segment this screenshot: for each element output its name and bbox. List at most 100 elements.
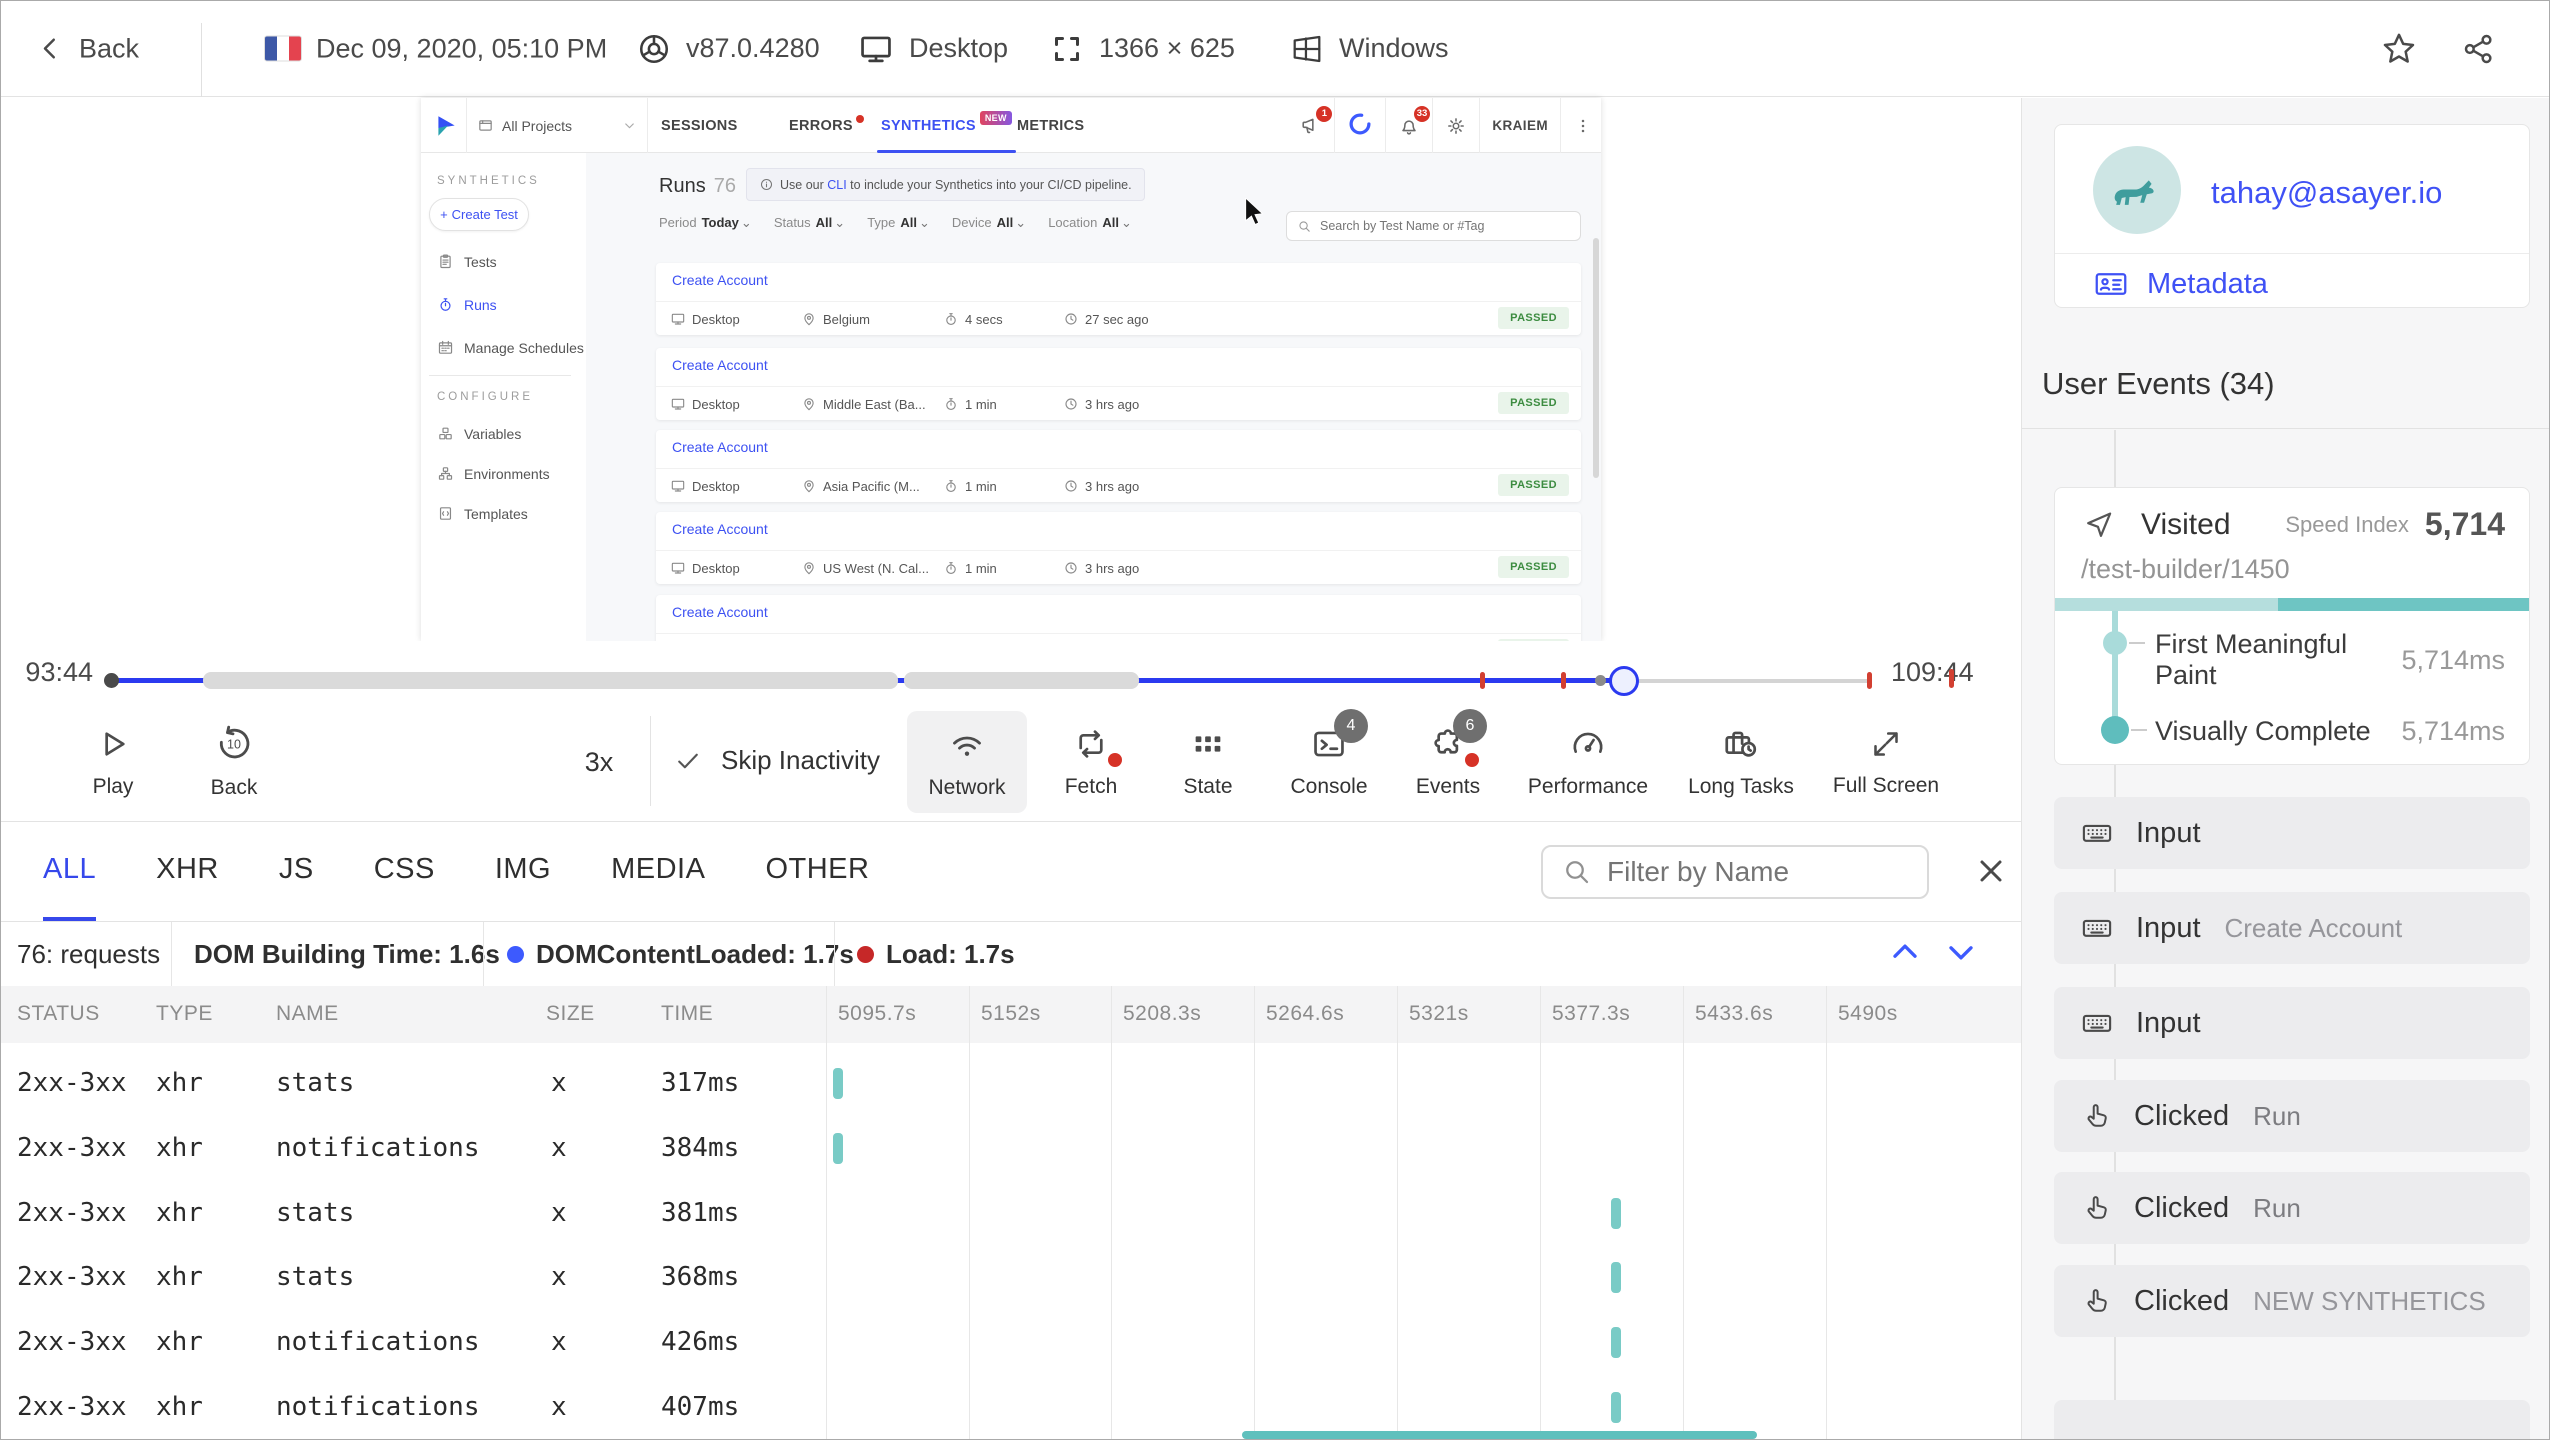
run-test-link[interactable]: Create Account: [672, 521, 768, 537]
run-test-link[interactable]: Create Account: [672, 272, 768, 288]
run-card[interactable]: Create Account Desktop Middle East (Ba..…: [656, 348, 1581, 420]
run-card[interactable]: Create Account Desktop Asia Pacific (M..…: [656, 430, 1581, 502]
share-button[interactable]: [2459, 29, 2499, 69]
event-card-partial[interactable]: [2054, 1400, 2530, 1439]
chevron-left-icon: [35, 34, 65, 64]
timeline-scrubber[interactable]: 93:44 109:44: [1, 641, 2021, 701]
run-test-link[interactable]: Create Account: [672, 439, 768, 455]
fetch-panel-button[interactable]: Fetch: [1031, 711, 1151, 813]
back-10-button[interactable]: Back: [174, 711, 294, 813]
settings-gear-icon[interactable]: [1445, 115, 1467, 137]
back-button[interactable]: Back: [35, 33, 139, 64]
cli-link[interactable]: CLI: [827, 178, 846, 192]
session-device: Desktop: [857, 30, 1008, 68]
net-tab-media[interactable]: MEDIA: [611, 822, 705, 921]
table-row[interactable]: 2xx-3xx xhr notifications x 426ms: [1, 1310, 2021, 1375]
app-scrollbar[interactable]: [1593, 238, 1599, 478]
next-event-chevron[interactable]: [1941, 932, 1981, 972]
run-card[interactable]: Create Account Desktop US West (N. Cal..…: [656, 512, 1581, 584]
sidebar-item-runs[interactable]: Runs: [437, 296, 497, 313]
net-tab-css[interactable]: CSS: [374, 822, 435, 921]
project-icon: [477, 117, 494, 134]
create-test-button[interactable]: + Create Test: [429, 198, 529, 231]
net-tab-all[interactable]: ALL: [43, 822, 97, 921]
table-row[interactable]: 2xx-3xx xhr stats x 381ms: [1, 1181, 2021, 1246]
notifications-bell-icon[interactable]: 33: [1398, 105, 1431, 137]
sidebar-item-variables[interactable]: Variables: [437, 425, 521, 442]
user-menu[interactable]: KRAIEM: [1492, 118, 1548, 133]
net-tab-js[interactable]: JS: [279, 822, 314, 921]
metric-row: Visually Complete 5,714ms: [2155, 716, 2505, 746]
tick-label: 5490s: [1838, 1002, 1898, 1025]
sidebar-item-templates[interactable]: Templates: [437, 505, 528, 522]
tab-synthetics[interactable]: SYNTHETICS NEW: [877, 98, 1016, 153]
event-card-input[interactable]: Input Create Account: [2054, 892, 2530, 964]
filter-period[interactable]: Period Today ⌄: [659, 215, 752, 231]
filter-device[interactable]: Device All ⌄: [952, 215, 1026, 231]
tab-metrics[interactable]: METRICS: [1017, 98, 1084, 153]
speed-toggle[interactable]: 3x: [561, 747, 637, 778]
events-panel-button[interactable]: 6 Events: [1388, 709, 1508, 813]
metadata-button[interactable]: Metadata: [2093, 266, 2268, 302]
event-card-clicked[interactable]: Clicked Run: [2054, 1172, 2530, 1244]
full-screen-button[interactable]: Full Screen: [1816, 711, 1956, 813]
events-sidebar: tahay@asayer.io Metadata User Events (34…: [2021, 98, 2549, 1439]
long-tasks-panel-button[interactable]: Long Tasks: [1671, 711, 1811, 813]
waterfall-bar: [833, 1132, 843, 1164]
skip-inactivity-toggle[interactable]: Skip Inactivity: [673, 745, 880, 776]
net-tab-img[interactable]: IMG: [495, 822, 551, 921]
network-panel-button[interactable]: Network: [907, 711, 1027, 813]
prev-event-chevron[interactable]: [1885, 932, 1925, 972]
table-row[interactable]: 2xx-3xx xhr notifications x 384ms: [1, 1116, 2021, 1181]
net-tab-xhr[interactable]: XHR: [156, 822, 219, 921]
play-button[interactable]: Play: [53, 711, 173, 813]
table-row[interactable]: 2xx-3xx xhr stats x 317ms: [1, 1051, 2021, 1116]
event-card-clicked[interactable]: Clicked Run: [2054, 1080, 2530, 1152]
filter-status[interactable]: Status All ⌄: [774, 215, 845, 231]
close-panel-icon[interactable]: [1973, 853, 2009, 889]
run-test-link[interactable]: Create Account: [672, 604, 768, 620]
filter-type[interactable]: Type All ⌄: [867, 215, 930, 231]
visited-url: /test-builder/1450: [2081, 554, 2290, 584]
project-selector[interactable]: All Projects: [466, 98, 648, 153]
sidebar-item-manage-schedules[interactable]: Manage Schedules: [437, 339, 584, 356]
run-test-link[interactable]: Create Account: [672, 357, 768, 373]
announcements-icon[interactable]: 1: [1300, 105, 1333, 137]
sidebar-item-environments[interactable]: Environments: [437, 465, 550, 482]
status-badge: PASSED: [1498, 392, 1569, 414]
event-card-input[interactable]: Input: [2054, 987, 2530, 1059]
back-label: Back: [79, 33, 140, 63]
table-row[interactable]: 2xx-3xx xhr stats x 368ms: [1, 1245, 2021, 1310]
user-email-link[interactable]: tahay@asayer.io: [2211, 175, 2442, 211]
monitor-icon: [857, 30, 895, 68]
event-card-input[interactable]: Input: [2054, 797, 2530, 869]
visited-event-card[interactable]: Visited Speed Index 5,714 /test-builder/…: [2054, 487, 2530, 765]
network-summary-bar: 76: requests DOM Building Time: 1.6s DOM…: [1, 922, 2021, 986]
run-card-partial[interactable]: Create Account Desktop PASSED: [656, 595, 1581, 641]
console-panel-button[interactable]: 4 Console: [1269, 709, 1389, 813]
tab-sessions[interactable]: SESSIONS: [661, 98, 738, 153]
filter-location[interactable]: Location All ⌄: [1048, 215, 1132, 231]
sidebar-section-synthetics: SYNTHETICS: [437, 175, 540, 187]
dcl-time: DOMContentLoaded: 1.7s: [536, 939, 854, 969]
tick-label: 5321s: [1409, 1002, 1469, 1025]
total-time: 109:44: [1891, 657, 1974, 687]
waterfall-bar: [1611, 1262, 1621, 1294]
playhead[interactable]: [1609, 666, 1639, 696]
performance-panel-button[interactable]: Performance: [1523, 711, 1653, 813]
navigation-icon: [2081, 507, 2117, 543]
run-card[interactable]: Create Account Desktop Belgium 4 secs 27…: [656, 263, 1581, 335]
network-filter-input[interactable]: [1607, 856, 1909, 888]
app-nav-right: 1 33 KRAIEM: [1300, 98, 1593, 153]
waterfall-horizontal-scrollbar[interactable]: [1242, 1431, 1757, 1439]
event-card-clicked[interactable]: Clicked NEW SYNTHETICS: [2054, 1265, 2530, 1337]
test-search-input[interactable]: [1320, 219, 1570, 233]
sidebar-item-tests[interactable]: Tests: [437, 253, 497, 270]
net-tab-other[interactable]: OTHER: [765, 822, 869, 921]
session-browser: v87.0.4280: [636, 31, 820, 67]
favorite-star-button[interactable]: [2379, 29, 2419, 69]
speed-index-label: Speed Index: [2285, 511, 2409, 537]
state-panel-button[interactable]: State: [1148, 711, 1268, 813]
overflow-menu-icon[interactable]: [1573, 116, 1593, 136]
tab-errors[interactable]: ERRORS: [789, 98, 864, 153]
